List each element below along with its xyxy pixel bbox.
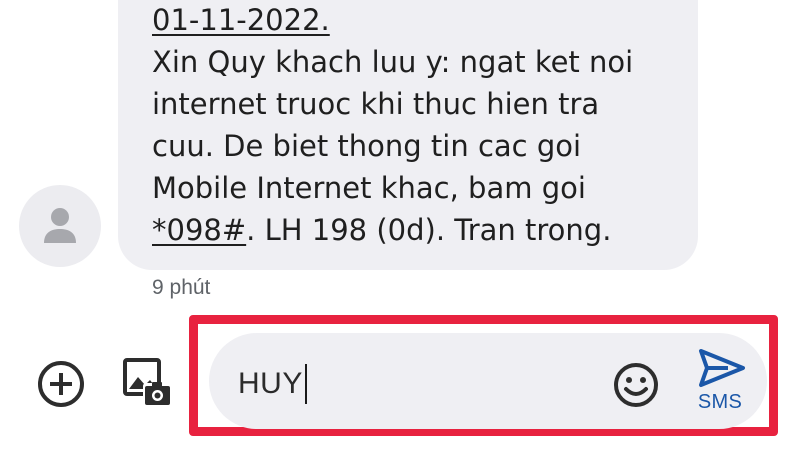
message-line: Xin Quy khach luu y: ngat ket noi: [152, 45, 634, 79]
person-icon: [44, 208, 76, 243]
text-caret: [304, 364, 307, 404]
emoji-icon: [614, 363, 658, 407]
send-button[interactable]: SMS: [690, 347, 750, 419]
plus-circle-icon: [38, 361, 84, 407]
message-line-rest: . LH 198 (0d). Tran trong.: [246, 213, 612, 247]
send-mode-label: SMS: [697, 391, 743, 413]
message-line-last: *098#. LH 198 (0d). Tran trong.: [152, 209, 697, 251]
gallery-camera-icon: [123, 358, 172, 406]
message-line: internet truoc khi thuc hien tra: [152, 87, 600, 121]
message-line: cuu. De biet thong tin cac goi: [152, 129, 582, 163]
avatar[interactable]: [19, 185, 101, 267]
gallery-button[interactable]: [121, 356, 175, 410]
conversation-screen: 01-11-2022. Xin Quy khach luu y: ngat ke…: [0, 0, 800, 451]
add-attachment-button[interactable]: [35, 358, 87, 410]
emoji-button[interactable]: [611, 360, 661, 410]
ussd-code-link[interactable]: *098#: [152, 213, 246, 247]
message-input[interactable]: HUY: [238, 362, 307, 406]
send-icon: [699, 349, 745, 387]
message-text: 01-11-2022. Xin Quy khach luu y: ngat ke…: [152, 0, 697, 251]
message-timestamp: 9 phút: [152, 276, 211, 299]
message-line-date[interactable]: 01-11-2022.: [152, 0, 697, 41]
message-line: Mobile Internet khac, bam goi: [152, 171, 586, 205]
message-input-value: HUY: [238, 367, 303, 400]
